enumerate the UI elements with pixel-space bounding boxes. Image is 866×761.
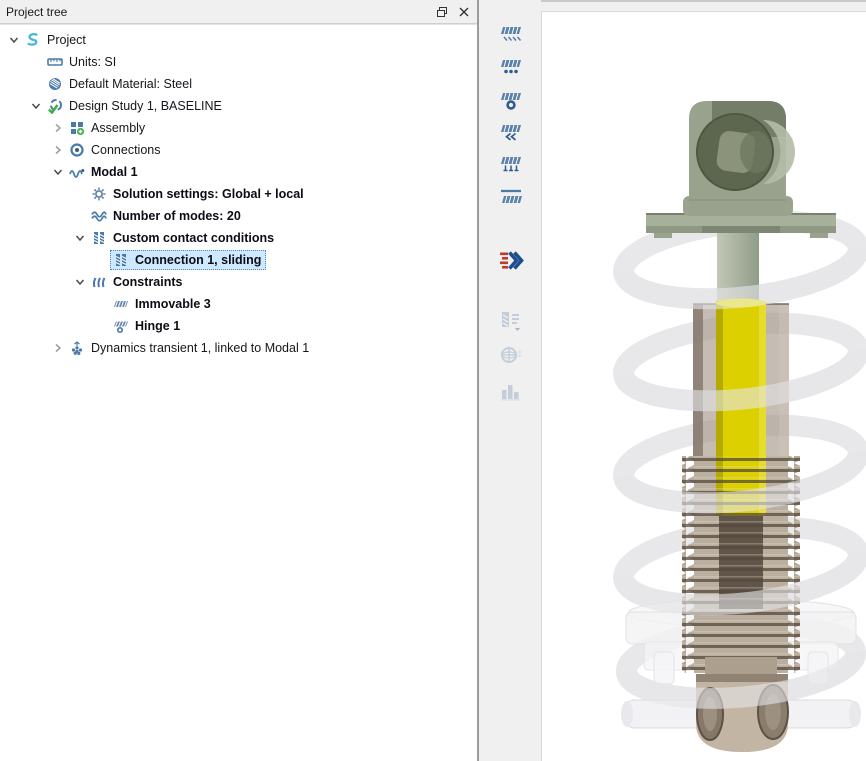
chevron-expanded-icon[interactable]: [6, 32, 22, 48]
tree-item-label: Design Study 1, BASELINE: [69, 99, 222, 113]
units-ruler-icon: [46, 54, 64, 70]
tree-item-content[interactable]: Modal 1: [66, 162, 143, 182]
chevron-empty: [72, 208, 88, 224]
chart-results-icon: [496, 378, 526, 406]
tree-item-label: Dynamics transient 1, linked to Modal 1: [91, 341, 309, 355]
tree-item-content[interactable]: Dynamics transient 1, linked to Modal 1: [66, 338, 314, 358]
modal-icon: [68, 164, 86, 180]
chevron-empty: [28, 54, 44, 70]
tree-selection-highlight[interactable]: Connection 1, sliding: [110, 250, 266, 270]
result-legend-icon: [496, 307, 526, 335]
chevron-empty: [28, 76, 44, 92]
sliding-support-icon[interactable]: [496, 118, 526, 146]
tree-item-immovable-3[interactable]: Immovable 3: [0, 293, 477, 315]
tree-item-solution-settings-global-local[interactable]: Solution settings: Global + local: [0, 183, 477, 205]
tree-item-connection-1-sliding[interactable]: Connection 1, sliding: [0, 249, 477, 271]
tree-item-content[interactable]: Custom contact conditions: [88, 228, 279, 248]
modes-icon: [90, 208, 108, 224]
chevron-expanded-icon[interactable]: [72, 274, 88, 290]
immovable-support-icon[interactable]: [496, 20, 526, 48]
design-study-icon: [46, 98, 64, 114]
tree-item-label: Connections: [91, 143, 161, 157]
plane-support-icon[interactable]: [496, 183, 526, 211]
tree-item-label: Immovable 3: [135, 297, 211, 311]
connections-icon: [68, 142, 86, 158]
tree-item-content[interactable]: Number of modes: 20: [88, 206, 246, 226]
tree-item-content[interactable]: Solution settings: Global + local: [88, 184, 309, 204]
constraints-toolbar: [481, 0, 541, 761]
tree-item-label: Solution settings: Global + local: [113, 187, 304, 201]
panel-titlebar: Project tree: [0, 0, 477, 24]
tree-item-content[interactable]: Default Material: Steel: [44, 74, 197, 94]
tree-item-label: Modal 1: [91, 165, 138, 179]
chevron-empty: [94, 296, 110, 312]
tree-item-connections[interactable]: Connections: [0, 139, 477, 161]
tree-item-design-study-1-baseline[interactable]: Design Study 1, BASELINE: [0, 95, 477, 117]
probe-globe-icon: [496, 341, 526, 369]
project-logo-icon: [24, 32, 42, 48]
tree-item-label: Hinge 1: [135, 319, 180, 333]
chevron-expanded-icon[interactable]: [28, 98, 44, 114]
tree-item-modal-1[interactable]: Modal 1: [0, 161, 477, 183]
tree-item-content[interactable]: Constraints: [88, 272, 187, 292]
column-supports-icon[interactable]: [496, 150, 526, 178]
tree-item-content[interactable]: Project: [22, 30, 91, 50]
tree-item-content[interactable]: Assembly: [66, 118, 150, 138]
assembly-icon: [68, 120, 86, 136]
dynamics-icon: [68, 340, 86, 356]
chevron-collapsed-icon[interactable]: [50, 340, 66, 356]
tree-item-constraints[interactable]: Constraints: [0, 271, 477, 293]
project-tree-panel: Project tree Project Units: SI Default Mat…: [0, 0, 479, 761]
tree-item-dynamics-transient-1-linked-to-modal-1[interactable]: Dynamics transient 1, linked to Modal 1: [0, 337, 477, 359]
chevron-collapsed-icon[interactable]: [50, 120, 66, 136]
constraints-icon: [90, 274, 108, 290]
close-icon[interactable]: [455, 3, 473, 21]
chevron-empty: [72, 186, 88, 202]
hinge-icon: [112, 318, 130, 334]
tree-item-label: Project: [47, 33, 86, 47]
tree-item-units-si[interactable]: Units: SI: [0, 51, 477, 73]
tree-item-default-material-steel[interactable]: Default Material: Steel: [0, 73, 477, 95]
contact-icon: [90, 230, 108, 246]
tree-item-content[interactable]: Connections: [66, 140, 166, 160]
project-tree: Project Units: SI Default Material: Steel D…: [0, 24, 477, 761]
tree-item-hinge-1[interactable]: Hinge 1: [0, 315, 477, 337]
chevron-expanded-icon[interactable]: [50, 164, 66, 180]
tree-item-custom-contact-conditions[interactable]: Custom contact conditions: [0, 227, 477, 249]
tree-item-content[interactable]: Design Study 1, BASELINE: [44, 96, 227, 116]
chevron-empty: [94, 252, 110, 268]
top-eyelet-mount[interactable]: [683, 101, 795, 216]
tree-item-label: Units: SI: [69, 55, 116, 69]
tree-item-content[interactable]: Hinge 1: [110, 316, 185, 336]
tree-item-number-of-modes-20[interactable]: Number of modes: 20: [0, 205, 477, 227]
float-window-icon[interactable]: [433, 3, 451, 21]
app-window: Project tree Project Units: SI Default Mat…: [0, 0, 866, 761]
tree-item-assembly[interactable]: Assembly: [0, 117, 477, 139]
tree-item-label: Custom contact conditions: [113, 231, 274, 245]
chevron-collapsed-icon[interactable]: [50, 142, 66, 158]
hinge-support-icon[interactable]: [496, 86, 526, 114]
tree-item-label: Connection 1, sliding: [135, 253, 261, 267]
immovable-icon: [112, 296, 130, 312]
point-supports-icon[interactable]: [496, 53, 526, 81]
3d-viewport[interactable]: [541, 11, 866, 761]
gear-icon: [90, 186, 108, 202]
tree-item-content[interactable]: Immovable 3: [110, 294, 216, 314]
panel-title: Project tree: [0, 5, 433, 19]
material-icon: [46, 76, 64, 92]
tree-item-label: Default Material: Steel: [69, 77, 192, 91]
tree-item-content[interactable]: Units: SI: [44, 52, 121, 72]
tree-item-project[interactable]: Project: [0, 29, 477, 51]
tree-item-label: Constraints: [113, 275, 182, 289]
solve-run-icon[interactable]: [496, 247, 526, 275]
chevron-empty: [94, 318, 110, 334]
contact-icon: [112, 252, 130, 268]
tree-item-label: Assembly: [91, 121, 145, 135]
chevron-expanded-icon[interactable]: [72, 230, 88, 246]
tree-item-label: Number of modes: 20: [113, 209, 241, 223]
